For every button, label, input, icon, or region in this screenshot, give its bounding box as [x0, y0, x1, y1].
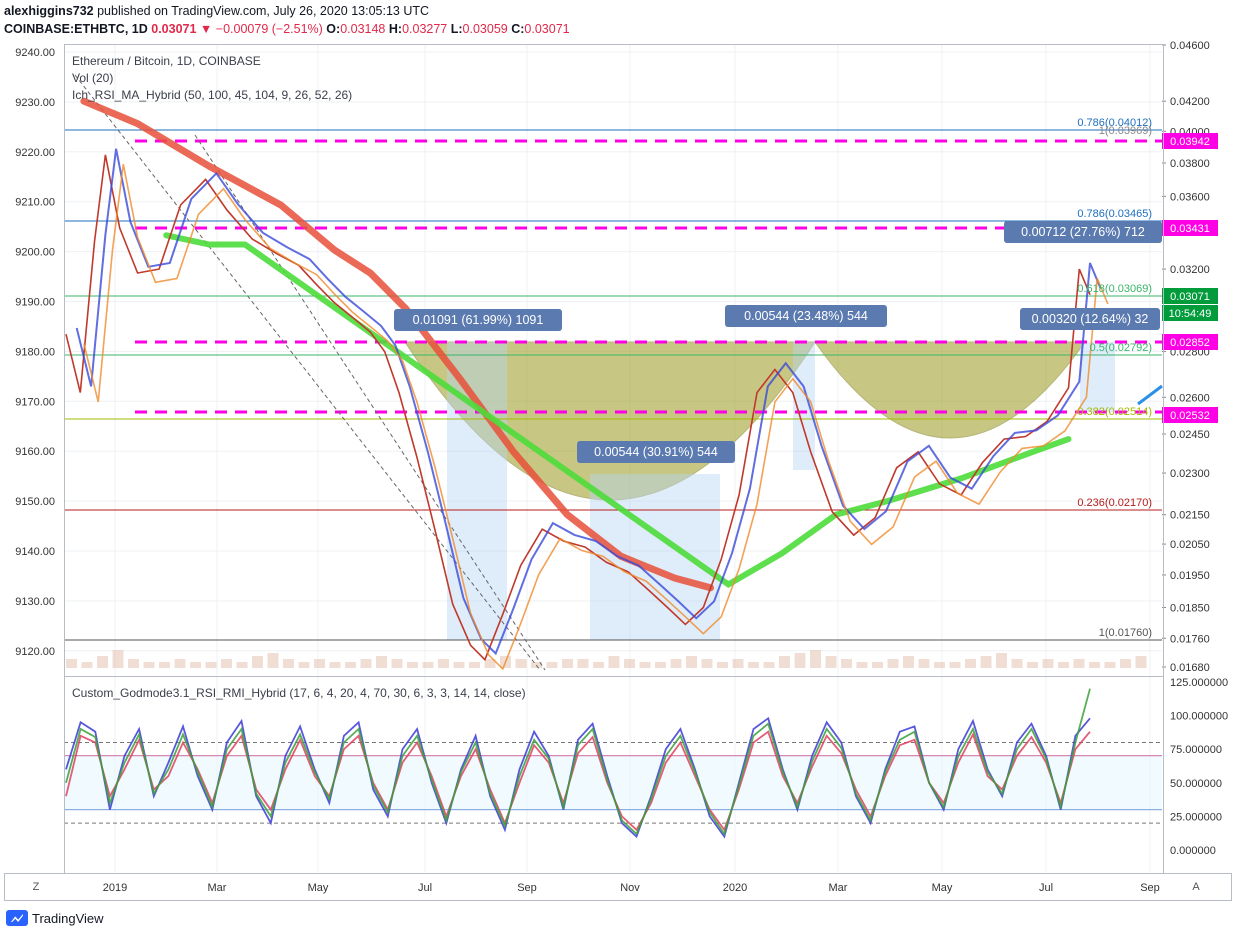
oscillator-pane-frame [64, 676, 1164, 874]
right-axis-tick: 0.02450 [1170, 429, 1210, 441]
right-axis-tick: 0.01760 [1170, 633, 1210, 645]
left-axis-tick: 9240.00 [15, 47, 55, 59]
left-axis-tick: 9160.00 [15, 446, 55, 458]
osc-axis-tick: 100.000000 [1170, 711, 1228, 723]
price-label: 0.02852 [1170, 337, 1210, 349]
right-axis-tick: 0.03600 [1170, 191, 1210, 203]
left-axis-tick: 9130.00 [15, 596, 55, 608]
right-axis-tick: 0.01680 [1170, 662, 1210, 674]
price-label: 0.03942 [1170, 136, 1210, 148]
tradingview-brand: TradingView [32, 910, 104, 926]
legend-volume[interactable]: Vol (20) [72, 71, 113, 85]
right-axis-tick: 0.04200 [1170, 96, 1210, 108]
price-label: 0.03431 [1170, 223, 1210, 235]
left-axis-tick: 9180.00 [15, 346, 55, 358]
tradingview-logo[interactable]: TradingView [6, 910, 104, 926]
left-axis-tick: 9150.00 [15, 496, 55, 508]
right-axis-tick: 0.02050 [1170, 539, 1210, 551]
price-label: 10:54:49 [1169, 308, 1212, 320]
left-axis-tick: 9230.00 [15, 97, 55, 109]
right-axis-tick: 0.03800 [1170, 158, 1210, 170]
price-label: 0.02532 [1170, 410, 1210, 422]
right-axis-tick: 0.02600 [1170, 392, 1210, 404]
a-button[interactable]: A [1186, 878, 1206, 896]
left-axis-tick: 9120.00 [15, 646, 55, 658]
osc-axis-tick: 25.000000 [1170, 811, 1222, 823]
time-axis-frame [4, 873, 1232, 901]
right-axis-tick: 0.04600 [1170, 40, 1210, 52]
right-axis-tick: 0.02150 [1170, 510, 1210, 522]
left-axis-tick: 9220.00 [15, 147, 55, 159]
right-axis-tick: 0.01850 [1170, 602, 1210, 614]
legend-oscillator[interactable]: Custom_Godmode3.1_RSI_RMI_Hybrid (17, 6,… [72, 686, 526, 700]
tradingview-logo-icon [6, 910, 28, 926]
osc-axis-tick: 75.000000 [1170, 744, 1222, 756]
right-axis-tick: 0.02300 [1170, 468, 1210, 480]
osc-axis-tick: 50.000000 [1170, 778, 1222, 790]
left-axis-tick: 9210.00 [15, 197, 55, 209]
z-button[interactable]: Z [26, 878, 46, 896]
legend-title: Ethereum / Bitcoin, 1D, COINBASE [72, 54, 261, 68]
left-axis-tick: 9190.00 [15, 297, 55, 309]
osc-axis-tick: 125.000000 [1170, 677, 1228, 689]
right-axis-tick: 0.03200 [1170, 264, 1210, 276]
left-axis-tick: 9170.00 [15, 396, 55, 408]
price-label: 0.03071 [1170, 291, 1210, 303]
right-axis-tick: 0.01950 [1170, 570, 1210, 582]
left-axis-tick: 9200.00 [15, 247, 55, 259]
left-axis-tick: 9140.00 [15, 546, 55, 558]
osc-axis-tick: 0.000000 [1170, 845, 1216, 857]
main-pane-frame [64, 44, 1164, 677]
legend-ichimoku[interactable]: Ich_RSI_MA_Hybrid (50, 100, 45, 104, 9, … [72, 88, 352, 102]
